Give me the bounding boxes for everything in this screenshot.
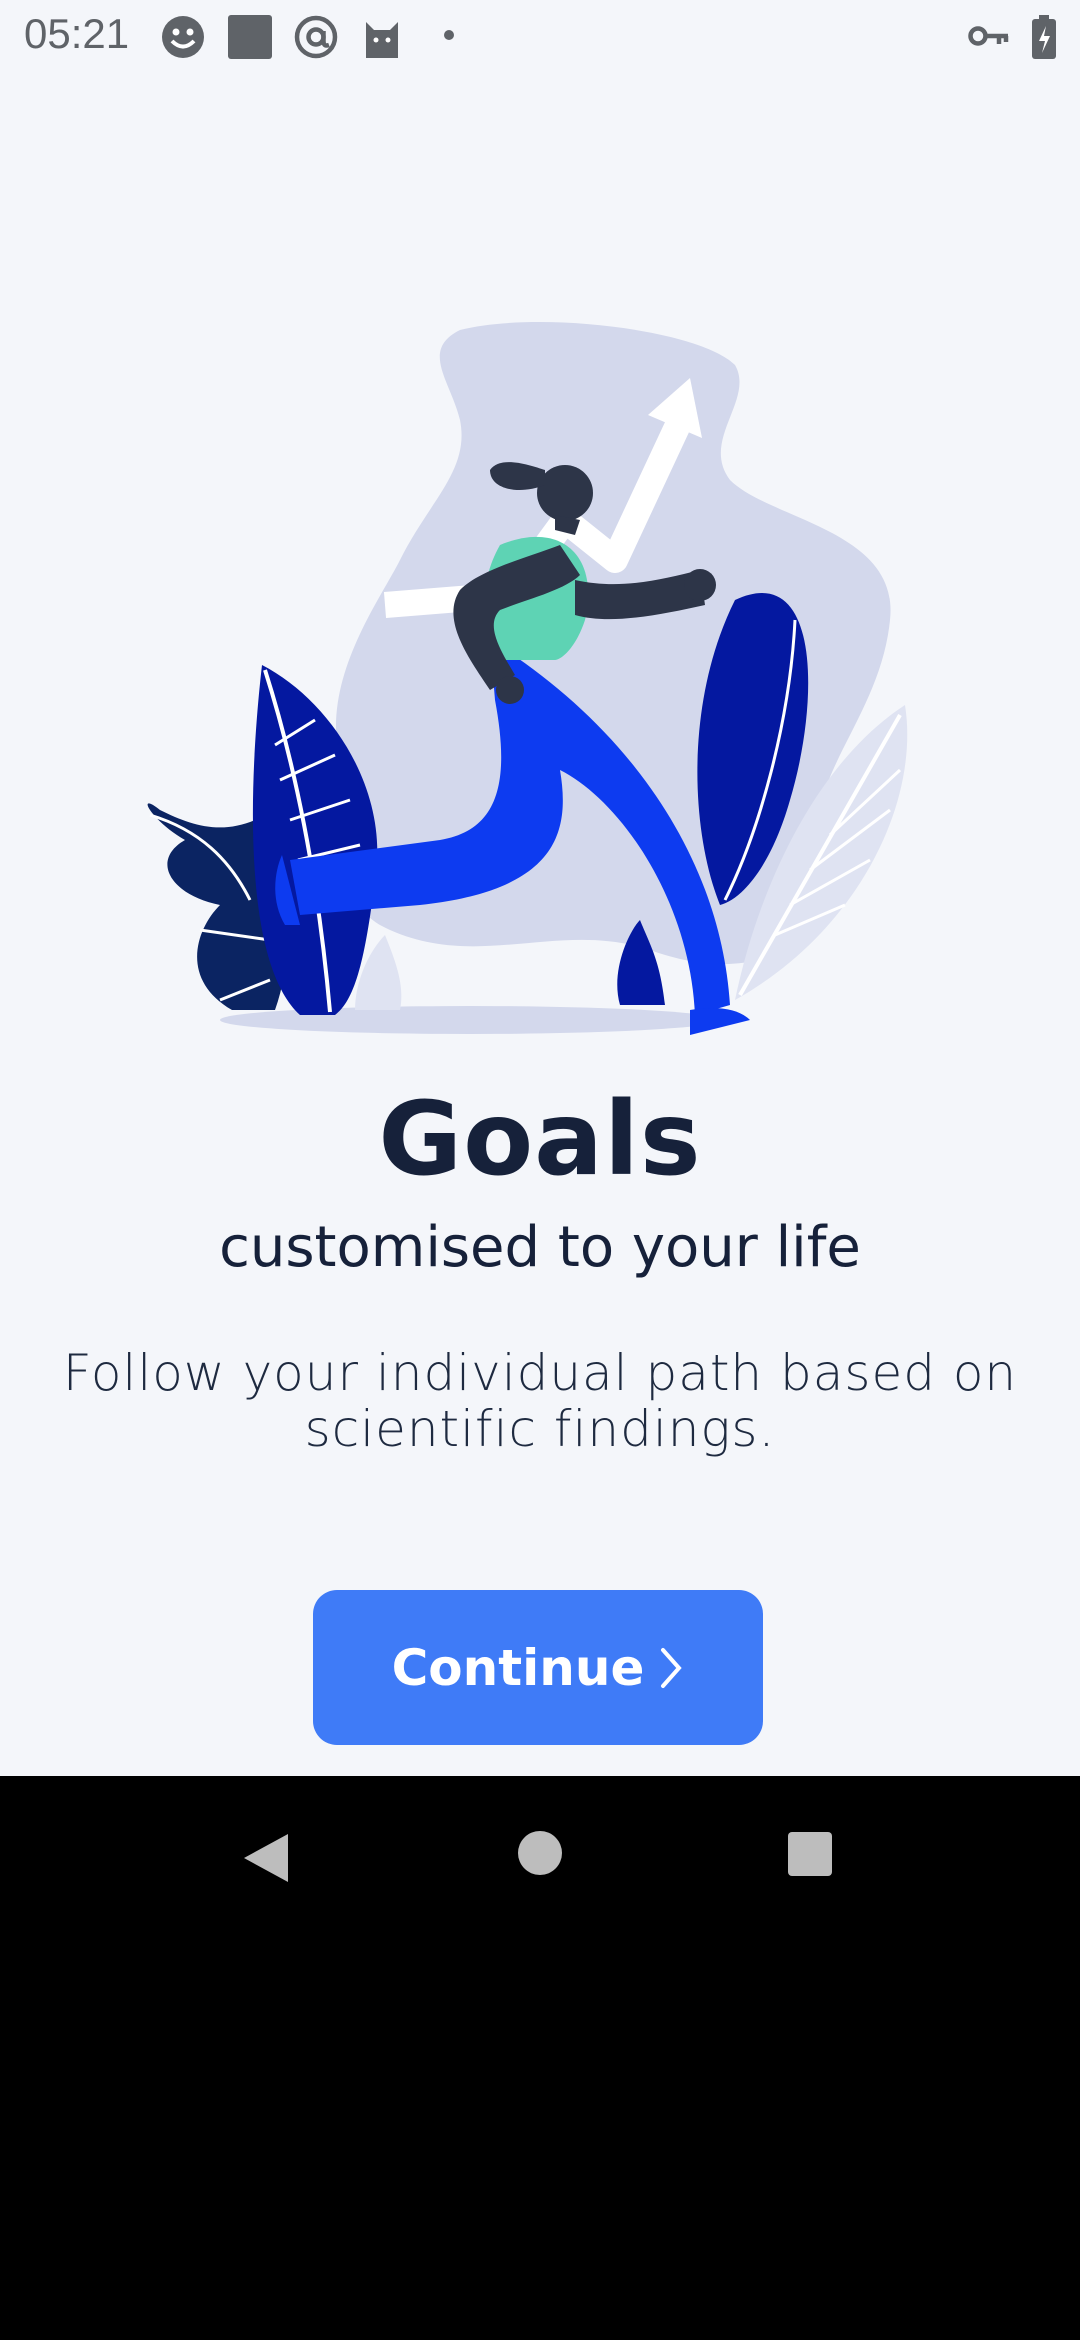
square-icon	[228, 15, 272, 59]
back-icon[interactable]	[240, 1830, 292, 1886]
chevron-right-icon	[661, 1647, 683, 1688]
status-bar: 05:21	[0, 0, 1080, 72]
battery-icon	[1032, 15, 1056, 59]
recents-icon[interactable]	[786, 1830, 834, 1878]
page-subtitle: customised to your life	[219, 1215, 861, 1280]
at-sign-icon	[294, 15, 338, 59]
navigation-bar	[0, 1776, 1080, 2340]
running-woman-illustration	[147, 322, 908, 1035]
continue-button[interactable]: Continue	[313, 1590, 763, 1745]
status-time: 05:21	[24, 10, 130, 57]
smiley-icon	[162, 16, 204, 58]
home-icon[interactable]	[515, 1828, 565, 1878]
cat-icon	[366, 22, 398, 58]
dot-icon	[444, 30, 454, 40]
continue-label: Continue	[391, 1638, 645, 1697]
page-title: Goals	[378, 1080, 702, 1199]
key-icon	[968, 26, 1009, 46]
page-description: Follow your individual path based on sci…	[62, 1344, 1018, 1458]
